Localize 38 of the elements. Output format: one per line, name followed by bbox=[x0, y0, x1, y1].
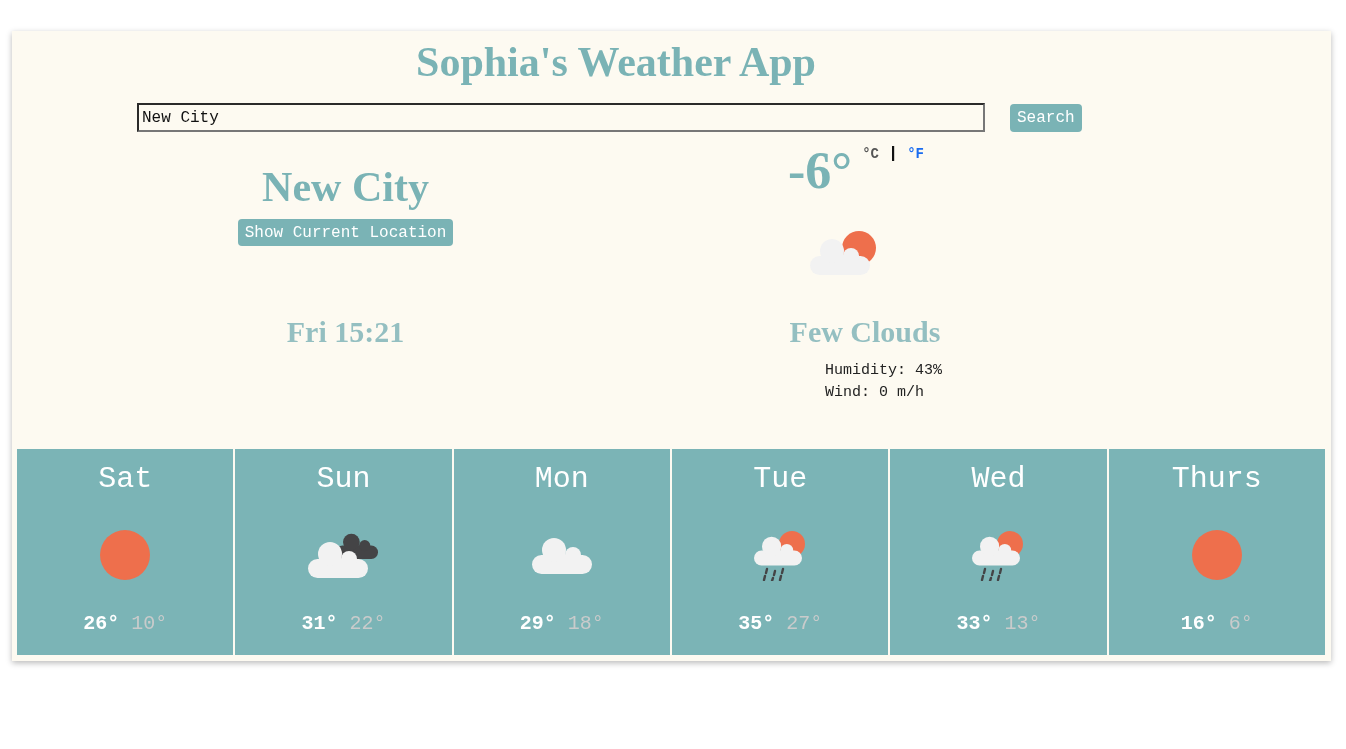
day-name: Tue bbox=[753, 461, 808, 497]
unit-separator: | bbox=[887, 145, 899, 163]
temperature: -6° bbox=[788, 143, 853, 199]
high-temperature: 31° bbox=[301, 611, 338, 637]
wind-text: Wind: 0 m/h bbox=[825, 383, 926, 403]
high-temperature: 35° bbox=[738, 611, 775, 637]
rain-cloud-sun-icon bbox=[754, 529, 807, 581]
low-temperature: 18° bbox=[567, 611, 604, 637]
low-temperature: 27° bbox=[786, 611, 823, 637]
weather-description: Few Clouds bbox=[789, 314, 941, 350]
day-name: Sat bbox=[98, 461, 153, 497]
clouds-icon bbox=[308, 532, 379, 578]
city-name: New City bbox=[262, 164, 429, 210]
cloud-icon bbox=[531, 536, 592, 574]
high-temperature: 16° bbox=[1180, 611, 1217, 637]
high-temperature: 29° bbox=[519, 611, 556, 637]
day-name: Sun bbox=[316, 461, 371, 497]
humidity-text: Humidity: 43% bbox=[825, 361, 943, 381]
sun-icon bbox=[100, 530, 151, 580]
app-title: Sophia's Weather App bbox=[416, 39, 816, 85]
low-temperature: 13° bbox=[1004, 611, 1041, 637]
rain-cloud-sun-icon bbox=[972, 529, 1025, 581]
low-temperature: 10° bbox=[131, 611, 168, 637]
unit-label: °C bbox=[862, 145, 879, 163]
day-name: Mon bbox=[534, 461, 589, 497]
low-temperature: 22° bbox=[349, 611, 386, 637]
date-time: Fri 15:21 bbox=[286, 314, 405, 350]
sun-icon bbox=[1191, 530, 1242, 580]
low-temperature: 6° bbox=[1228, 611, 1253, 637]
unit-link[interactable]: °F bbox=[907, 145, 924, 163]
day-name: Wed bbox=[971, 461, 1026, 497]
cloud-sun-icon bbox=[810, 231, 876, 275]
search-field[interactable]: New City bbox=[137, 103, 985, 132]
high-temperature: 26° bbox=[83, 611, 120, 637]
search-button[interactable]: Search bbox=[1010, 103, 1082, 132]
current-location-button[interactable]: Show Current Location bbox=[237, 219, 454, 246]
high-temperature: 33° bbox=[956, 611, 993, 637]
day-name: Thurs bbox=[1171, 461, 1262, 497]
